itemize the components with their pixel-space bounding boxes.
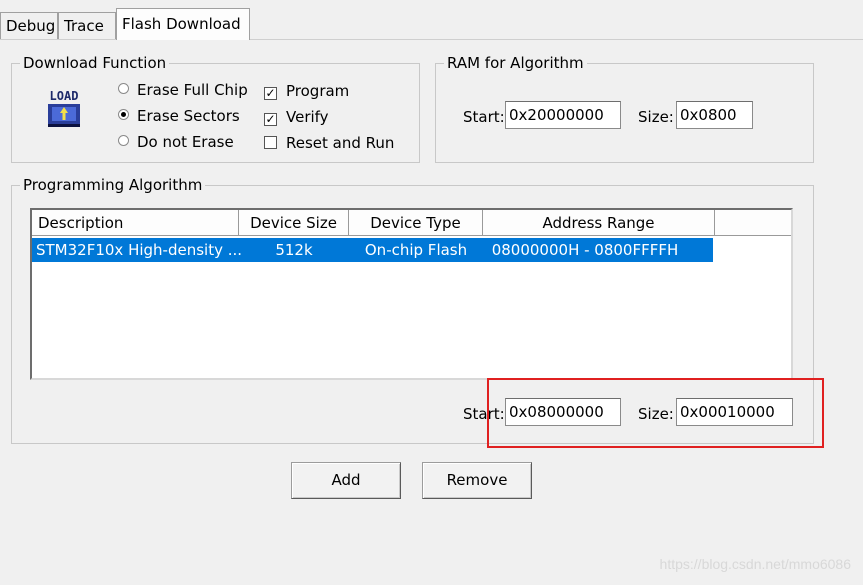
radio-selected-icon [118, 109, 129, 120]
watermark-text: https://blog.csdn.net/mmo6086 [659, 556, 851, 572]
load-icon: LOAD [48, 89, 80, 127]
radio-icon [118, 83, 129, 94]
download-function-title: Download Function [20, 53, 170, 73]
column-header-device-type[interactable]: Device Type [349, 210, 483, 236]
radio-erase-full-chip[interactable]: Erase Full Chip [118, 80, 248, 100]
add-button[interactable]: Add [291, 462, 401, 499]
highlight-annotation-box [487, 378, 824, 448]
remove-button[interactable]: Remove [422, 462, 532, 499]
radio-do-not-erase[interactable]: Do not Erase [118, 132, 234, 152]
cell-device-type: On-chip Flash [364, 241, 468, 259]
ram-for-algorithm-title: RAM for Algorithm [444, 53, 587, 73]
table-row[interactable]: STM32F10x High-density ... 512k On-chip … [32, 238, 713, 262]
ram-start-label: Start: [463, 108, 505, 126]
radio-erase-sectors[interactable]: Erase Sectors [118, 106, 240, 126]
checkmark-icon: ✓ [264, 112, 277, 126]
checkbox-program[interactable]: ✓ Program [264, 81, 349, 101]
ram-size-input[interactable]: 0x0800 [676, 101, 753, 129]
column-header-device-size[interactable]: Device Size [239, 210, 349, 236]
ram-start-input[interactable]: 0x20000000 [505, 101, 621, 129]
load-icon-text: LOAD [50, 89, 79, 103]
radio-label: Do not Erase [137, 133, 234, 151]
column-header-empty [715, 210, 791, 236]
programming-algorithm-title: Programming Algorithm [20, 175, 206, 195]
column-header-address-range[interactable]: Address Range [483, 210, 715, 236]
checkbox-reset-and-run[interactable]: Reset and Run [264, 133, 394, 153]
column-header-description[interactable]: Description [32, 210, 239, 236]
checkbox-empty-icon [264, 136, 277, 149]
cell-description: STM32F10x High-density ... [36, 241, 243, 259]
radio-label: Erase Full Chip [137, 81, 248, 99]
radio-label: Erase Sectors [137, 107, 240, 125]
checkbox-label: Reset and Run [286, 134, 395, 152]
tab-strip: Debug Trace Flash Download [0, 0, 863, 40]
tab-debug[interactable]: Debug [0, 12, 58, 39]
tab-flash-download[interactable]: Flash Download [116, 8, 250, 40]
algorithm-list[interactable]: Description Device Size Device Type Addr… [30, 208, 793, 380]
checkbox-label: Program [286, 82, 350, 100]
cell-address-range: 08000000H - 0800FFFFH [491, 241, 679, 259]
checkbox-verify[interactable]: ✓ Verify [264, 107, 329, 127]
radio-icon [118, 135, 129, 146]
checkmark-icon: ✓ [264, 86, 277, 100]
tab-trace[interactable]: Trace [58, 12, 116, 39]
checkbox-label: Verify [286, 108, 329, 126]
ram-size-label: Size: [638, 108, 674, 126]
cell-device-size: 512k [275, 241, 313, 259]
